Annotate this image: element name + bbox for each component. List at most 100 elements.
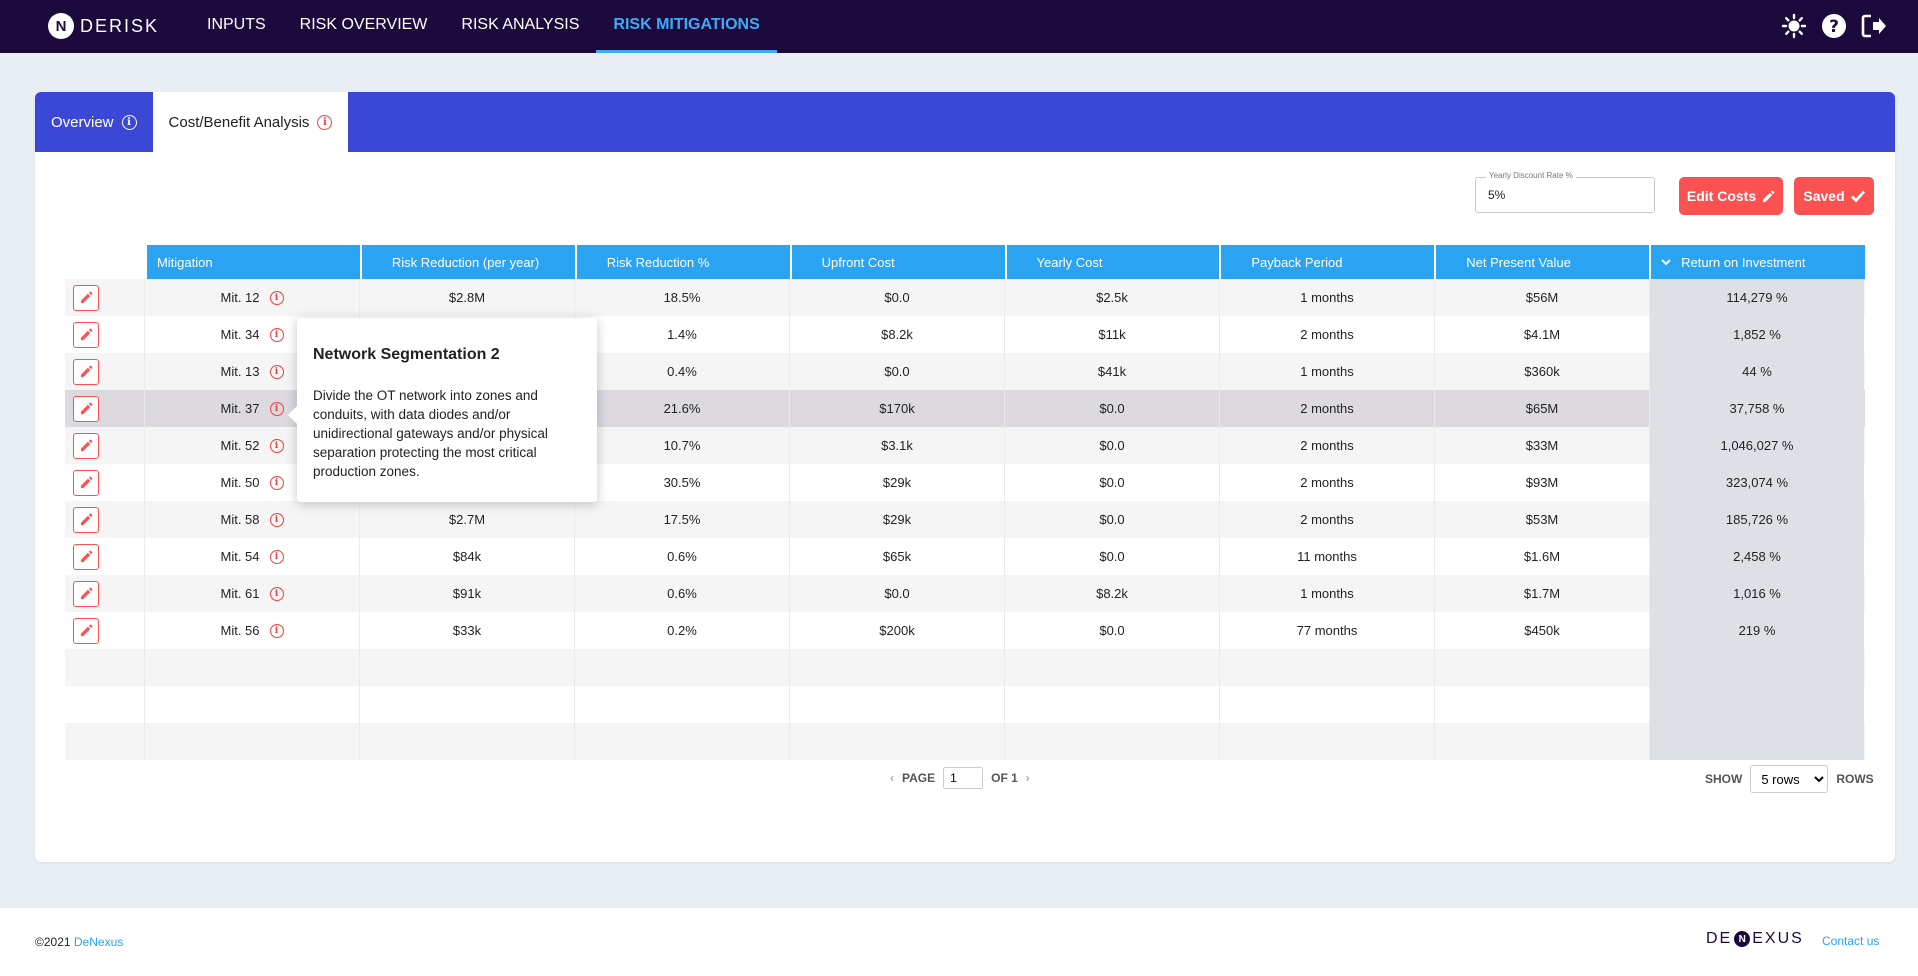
edit-row-button[interactable] — [73, 617, 99, 644]
footer: ©2021 DeNexus DE N EXUS Contact us — [0, 908, 1918, 976]
table-cell: $0.0 — [1005, 538, 1220, 575]
empty-table-row — [65, 686, 1865, 723]
app-logo[interactable]: N DERISK — [48, 13, 159, 39]
table-cell: 11 months — [1220, 538, 1435, 575]
info-icon[interactable]: i — [269, 475, 284, 490]
info-icon[interactable]: i — [317, 114, 333, 130]
table-cell: $0.0 — [1005, 612, 1220, 649]
mitigation-name: Mit. 61 — [220, 586, 260, 601]
info-icon[interactable]: i — [269, 623, 284, 638]
table-row[interactable]: Mit. 61 i $91k 0.6% $0.0 $8.2k 1 months $1.7M 1,… — [65, 575, 1865, 612]
info-icon[interactable]: i — [121, 114, 137, 130]
table-cell: 1,046,027 % — [1650, 427, 1864, 464]
header-upfront-cost[interactable]: Upfront Cost — [791, 245, 1005, 279]
info-icon[interactable]: i — [269, 364, 284, 379]
settings-sun-icon[interactable] — [1780, 12, 1808, 40]
discount-rate-field: Yearly Discount Rate % — [1475, 171, 1655, 213]
help-icon[interactable]: ? — [1820, 12, 1848, 40]
table-cell: 37,758 % — [1650, 390, 1864, 427]
table-row[interactable]: Mit. 12 i $2.8M 18.5% $0.0 $2.5k 1 months $56M 1… — [65, 279, 1865, 316]
table-row[interactable]: Mit. 54 i $84k 0.6% $65k $0.0 11 months $1.6M 2,… — [65, 538, 1865, 575]
empty-cell — [1005, 723, 1220, 760]
table-cell: $0.0 — [790, 575, 1005, 612]
saved-button[interactable]: Saved — [1794, 177, 1874, 215]
pencil-icon — [1763, 190, 1775, 202]
tab-overview[interactable]: Overview i — [35, 92, 153, 152]
header-risk-reduction-pct[interactable]: Risk Reduction % — [576, 245, 790, 279]
table-cell: $93M — [1435, 464, 1650, 501]
edit-row-button[interactable] — [73, 432, 99, 459]
info-icon[interactable]: i — [269, 327, 284, 342]
check-icon — [1850, 190, 1865, 202]
info-icon[interactable]: i — [269, 586, 284, 601]
header-payback-period[interactable]: Payback Period — [1221, 245, 1435, 279]
tab-cost-benefit-label: Cost/Benefit Analysis — [168, 113, 310, 131]
page-number-input[interactable] — [943, 767, 984, 789]
edit-row-button[interactable] — [73, 321, 99, 348]
edit-row-button[interactable] — [73, 358, 99, 385]
header-roi-label: Return on Investment — [1681, 254, 1806, 270]
table-cell: $56M — [1435, 279, 1650, 316]
info-icon[interactable]: i — [269, 438, 284, 453]
table-cell: 0.6% — [575, 575, 790, 612]
empty-cell — [1220, 723, 1435, 760]
empty-cell — [1220, 686, 1435, 723]
svg-text:?: ? — [1829, 17, 1839, 37]
edit-row-button[interactable] — [73, 580, 99, 607]
copyright-year: ©2021 — [35, 935, 71, 949]
pencil-icon — [80, 291, 92, 304]
pencil-icon — [80, 439, 92, 452]
nav-risk-analysis[interactable]: RISK ANALYSIS — [444, 0, 596, 53]
pencil-icon — [80, 365, 92, 378]
table-cell: $91k — [360, 575, 575, 612]
table-row[interactable]: Mit. 56 i $33k 0.2% $200k $0.0 77 months $450k 2… — [65, 612, 1865, 649]
empty-cell — [575, 649, 790, 686]
edit-costs-button[interactable]: Edit Costs — [1679, 177, 1783, 215]
nav-inputs[interactable]: INPUTS — [190, 0, 283, 53]
edit-row-button[interactable] — [73, 506, 99, 533]
table-cell: $450k — [1435, 612, 1650, 649]
header-return-on-investment[interactable]: Return on Investment — [1651, 245, 1866, 279]
info-icon[interactable]: i — [269, 512, 284, 527]
header-risk-reduction-year[interactable]: Risk Reduction (per year) — [361, 245, 575, 279]
info-icon[interactable]: i — [269, 290, 284, 305]
table-cell: $2.7M — [360, 501, 575, 538]
empty-cell — [1220, 649, 1435, 686]
empty-table-row — [65, 723, 1865, 760]
tab-cost-benefit-analysis[interactable]: Cost/Benefit Analysis i — [152, 92, 349, 152]
edit-row-button[interactable] — [73, 543, 99, 570]
next-page-icon[interactable]: › — [1026, 771, 1030, 785]
table-cell: $1.6M — [1435, 538, 1650, 575]
company-link[interactable]: DeNexus — [74, 935, 123, 949]
header-mitigation[interactable]: Mitigation — [146, 245, 360, 279]
table-cell: $0.0 — [1005, 464, 1220, 501]
table-cell: 0.2% — [575, 612, 790, 649]
table-cell: $0.0 — [1005, 427, 1220, 464]
empty-cell — [1435, 649, 1650, 686]
table-cell: $170k — [790, 390, 1005, 427]
contact-us-link[interactable]: Contact us — [1822, 934, 1879, 948]
prev-page-icon[interactable]: ‹ — [890, 771, 894, 785]
footer-logo-text-b: EXUS — [1752, 930, 1804, 947]
edit-row-button[interactable] — [73, 284, 99, 311]
nav-risk-overview[interactable]: RISK OVERVIEW — [283, 0, 445, 53]
page-of-label: OF 1 — [991, 771, 1018, 785]
logout-icon[interactable] — [1860, 12, 1888, 40]
header-net-present-value[interactable]: Net Present Value — [1436, 245, 1650, 279]
pencil-icon — [80, 513, 92, 526]
table-cell: 77 months — [1220, 612, 1435, 649]
header-yearly-cost[interactable]: Yearly Cost — [1006, 245, 1220, 279]
table-cell: $53M — [1435, 501, 1650, 538]
info-icon[interactable]: i — [269, 549, 284, 564]
nav-risk-mitigations[interactable]: RISK MITIGATIONS — [596, 0, 777, 53]
rows-per-page-select[interactable]: 5 rows — [1750, 765, 1829, 793]
edit-row-button[interactable] — [73, 469, 99, 496]
table-row[interactable]: Mit. 58 i $2.7M 17.5% $29k $0.0 2 months $53M 18… — [65, 501, 1865, 538]
tooltip-body: Divide the OT network into zones and con… — [313, 388, 548, 479]
info-icon[interactable]: i — [269, 401, 284, 416]
discount-rate-input[interactable] — [1476, 178, 1654, 212]
mitigation-name: Mit. 58 — [220, 512, 260, 527]
empty-cell — [1435, 686, 1650, 723]
empty-cell — [575, 686, 790, 723]
edit-row-button[interactable] — [73, 395, 99, 422]
